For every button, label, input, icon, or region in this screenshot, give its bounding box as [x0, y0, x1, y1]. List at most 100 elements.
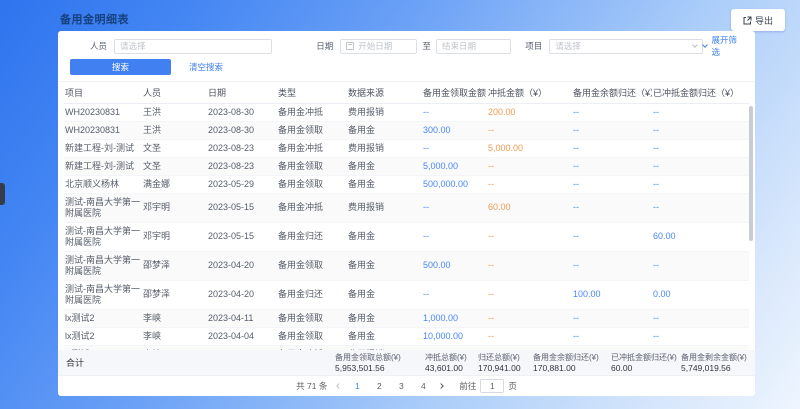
- table-row[interactable]: lx测试2李峡2023-04-04备用金冲抵费用报销--3,000.00----: [64, 345, 749, 350]
- date-range-separator: 至: [422, 40, 431, 52]
- end-date-placeholder: 结束日期: [442, 40, 476, 52]
- cell-col-2: 2023-08-30: [207, 103, 277, 121]
- total-count: 共 71 条: [296, 380, 327, 392]
- cell-col-6: --: [487, 251, 572, 280]
- project-select-placeholder: 请选择: [555, 40, 581, 52]
- cell-col-3: 备用金冲抵: [277, 103, 347, 121]
- cell-col-7: --: [572, 157, 652, 175]
- page-button-1[interactable]: 1: [351, 381, 363, 391]
- column-header-1: 人员: [142, 82, 207, 103]
- summary-item-4: 已冲抵金额归还(¥)60.00: [611, 353, 681, 373]
- search-button[interactable]: 搜索: [70, 59, 171, 75]
- chevron-down-icon: [703, 42, 709, 48]
- drawer-handle[interactable]: [0, 183, 5, 205]
- cell-col-5: 1,000.00: [422, 309, 487, 327]
- cell-col-6: 5,000.00: [487, 139, 572, 157]
- page-button-3[interactable]: 3: [395, 381, 407, 391]
- table-row[interactable]: 测试-南昌大学第一附属医院邓宇明2023-05-15备用金归还备用金------…: [64, 222, 749, 251]
- table-row[interactable]: 测试-南昌大学第一附属医院邵梦泽2023-04-20备用金归还备用金----10…: [64, 280, 749, 309]
- cell-col-5: --: [422, 193, 487, 222]
- column-header-2: 日期: [207, 82, 277, 103]
- cell-col-0: WH20230831: [64, 121, 142, 139]
- cell-col-1: 邵梦泽: [142, 251, 207, 280]
- cell-col-4: 备用金: [347, 121, 422, 139]
- cell-col-6: --: [487, 157, 572, 175]
- cell-col-4: 备用金: [347, 327, 422, 345]
- prev-page-button[interactable]: [334, 381, 344, 391]
- cell-col-4: 备用金: [347, 222, 422, 251]
- scrollbar[interactable]: [749, 106, 753, 241]
- cell-col-5: 5,000.00: [422, 157, 487, 175]
- cell-col-3: 备用金领取: [277, 121, 347, 139]
- table-row[interactable]: lx测试2李峡2023-04-04备用金领取备用金10,000.00------: [64, 327, 749, 345]
- chevron-down-icon: [693, 42, 699, 48]
- expand-filters-label: 展开筛选: [711, 34, 745, 58]
- person-select[interactable]: 请选择: [114, 39, 272, 54]
- cell-col-1: 邓宇明: [142, 222, 207, 251]
- summary-item-2: 归还总额(¥)170,941.00: [478, 353, 533, 373]
- cell-col-2: 2023-05-15: [207, 193, 277, 222]
- table-row[interactable]: WH20230831王洪2023-08-30备用金冲抵费用报销--200.00-…: [64, 103, 749, 121]
- project-select[interactable]: 请选择: [549, 39, 703, 54]
- cell-col-7: --: [572, 175, 652, 193]
- table-row[interactable]: 北京顺义杨林满金娜2023-05-29备用金领取备用金500,000.00---…: [64, 175, 749, 193]
- cell-col-3: 备用金领取: [277, 309, 347, 327]
- cell-col-7: --: [572, 251, 652, 280]
- table-row[interactable]: 新建工程-刘-测试文圣2023-08-23备用金领取备用金5,000.00---…: [64, 157, 749, 175]
- cell-col-8: --: [652, 175, 749, 193]
- cell-col-5: 500,000.00: [422, 175, 487, 193]
- cell-col-2: 2023-04-11: [207, 309, 277, 327]
- summary-item-label: 备用金领取总额(¥): [335, 353, 425, 362]
- cell-col-0: WH20230831: [64, 103, 142, 121]
- cell-col-8: 60.00: [652, 222, 749, 251]
- cell-col-5: 10,000.00: [422, 327, 487, 345]
- cell-col-7: --: [572, 327, 652, 345]
- cell-col-6: --: [487, 222, 572, 251]
- filter-area: 人员 请选择 日期 开始日期 至 结束日期 项目 请选择 展开筛选: [58, 31, 755, 82]
- cell-col-0: 新建工程-刘-测试: [64, 157, 142, 175]
- person-filter-label: 人员: [90, 40, 107, 52]
- cell-col-1: 李峡: [142, 345, 207, 350]
- start-date-placeholder: 开始日期: [358, 40, 392, 52]
- cell-col-1: 李峡: [142, 309, 207, 327]
- cell-col-2: 2023-05-15: [207, 222, 277, 251]
- table-row[interactable]: 新建工程-刘-测试文圣2023-08-23备用金冲抵费用报销--5,000.00…: [64, 139, 749, 157]
- export-icon: [743, 16, 752, 25]
- expand-filters-link[interactable]: 展开筛选: [703, 34, 745, 58]
- goto-suffix-label: 页: [508, 380, 517, 392]
- cell-col-3: 备用金归还: [277, 222, 347, 251]
- table-area: 项目人员日期类型数据来源备用金领取金额（¥）冲抵金额（¥）备用金余额归还（¥）已…: [58, 82, 755, 350]
- petty-cash-table: 项目人员日期类型数据来源备用金领取金额（¥）冲抵金额（¥）备用金余额归还（¥）已…: [64, 82, 749, 350]
- cell-col-7: --: [572, 309, 652, 327]
- summary-item-3: 备用金余额归还(¥)170,881.00: [533, 353, 611, 373]
- summary-item-value: 170,941.00: [478, 363, 533, 373]
- cell-col-3: 备用金冲抵: [277, 193, 347, 222]
- next-page-button[interactable]: [436, 381, 446, 391]
- page-title: 备用金明细表: [60, 11, 129, 27]
- start-date-input[interactable]: 开始日期: [340, 39, 417, 54]
- table-row[interactable]: WH20230831王洪2023-08-30备用金领取备用金300.00----…: [64, 121, 749, 139]
- date-filter-label: 日期: [316, 40, 333, 52]
- goto-page-input[interactable]: [480, 379, 504, 393]
- cell-col-5: --: [422, 139, 487, 157]
- table-row[interactable]: 测试-南昌大学第一附属医院邓宇明2023-05-15备用金冲抵费用报销--60.…: [64, 193, 749, 222]
- page-button-2[interactable]: 2: [373, 381, 385, 391]
- clear-search-link[interactable]: 清空搜索: [189, 61, 223, 73]
- person-select-placeholder: 请选择: [120, 40, 146, 52]
- page-button-4[interactable]: 4: [417, 381, 429, 391]
- table-row[interactable]: lx测试2李峡2023-04-11备用金领取备用金1,000.00------: [64, 309, 749, 327]
- cell-col-0: lx测试2: [64, 309, 142, 327]
- export-button[interactable]: 导出: [731, 9, 785, 31]
- cell-col-2: 2023-08-23: [207, 157, 277, 175]
- cell-col-7: 100.00: [572, 280, 652, 309]
- cell-col-7: --: [572, 139, 652, 157]
- calendar-icon: [346, 42, 354, 50]
- cell-col-4: 备用金: [347, 309, 422, 327]
- end-date-input[interactable]: 结束日期: [436, 39, 511, 54]
- cell-col-0: 测试-南昌大学第一附属医院: [64, 251, 142, 280]
- summary-row: 合计 备用金领取总额(¥)5,953,501.56冲抵总额(¥)43,601.0…: [58, 350, 755, 376]
- cell-col-3: 备用金冲抵: [277, 345, 347, 350]
- table-row[interactable]: 测试-南昌大学第一附属医院邵梦泽2023-04-20备用金领取备用金500.00…: [64, 251, 749, 280]
- cell-col-5: --: [422, 345, 487, 350]
- summary-item-value: 5,749,019.56: [681, 363, 749, 373]
